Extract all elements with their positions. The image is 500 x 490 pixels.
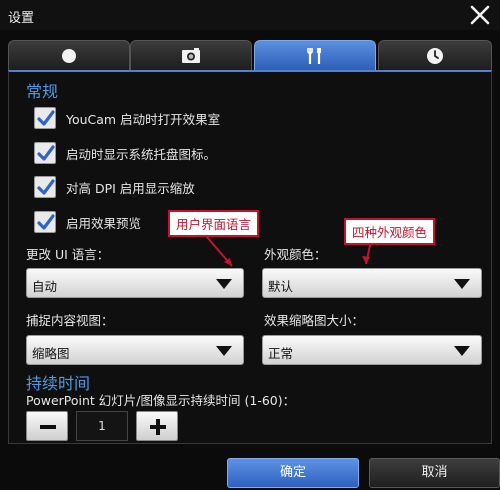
capture-view-label: 捕捉内容视图： xyxy=(26,313,114,328)
option-label: YouCam 启动时打开效果室 xyxy=(66,111,221,127)
ok-button[interactable]: 确定 xyxy=(227,458,359,488)
option-effect-preview[interactable]: 启用效果预览 xyxy=(34,210,141,234)
tab-record[interactable] xyxy=(8,40,130,70)
title-bar: 设置 xyxy=(0,0,500,30)
checkbox[interactable] xyxy=(34,211,56,233)
tools-icon xyxy=(307,47,321,64)
plus-icon xyxy=(150,419,166,435)
checkmark-icon xyxy=(37,145,55,161)
minus-icon xyxy=(40,425,56,429)
ui-language-select[interactable]: 自动 xyxy=(26,268,244,298)
appearance-color-label: 外观颜色： xyxy=(264,247,327,262)
thumbnail-size-select[interactable]: 正常 xyxy=(262,335,482,365)
camera-icon xyxy=(182,47,200,63)
close-icon xyxy=(470,5,490,25)
select-value: 缩略图 xyxy=(32,346,70,361)
capture-view-select[interactable]: 缩略图 xyxy=(26,335,244,365)
option-show-tray-icon[interactable]: 启动时显示系统托盘图标。 xyxy=(34,141,216,165)
clock-icon xyxy=(427,47,443,64)
annotation-colors: 四种外观颜色 xyxy=(344,218,436,245)
option-label: 启用效果预览 xyxy=(66,215,142,231)
option-label: 对高 DPI 启用显示缩放 xyxy=(66,180,195,196)
select-value: 默认 xyxy=(268,279,294,294)
option-label: 启动时显示系统托盘图标。 xyxy=(66,146,217,162)
duration-label: PowerPoint 幻灯片/图像显示持续时间 (1-60)： xyxy=(26,393,296,408)
checkmark-icon xyxy=(37,179,55,195)
section-title-general: 常规 xyxy=(26,82,59,101)
checkbox[interactable] xyxy=(34,176,56,198)
dropdown-arrow-icon xyxy=(216,346,232,356)
select-value: 正常 xyxy=(268,346,294,361)
dropdown-arrow-icon xyxy=(454,346,470,356)
appearance-color-select[interactable]: 默认 xyxy=(262,268,482,298)
annotation-ui-language: 用户界面语言 xyxy=(168,210,260,237)
cancel-button[interactable]: 取消 xyxy=(369,458,500,488)
select-value: 自动 xyxy=(32,279,58,294)
duration-input[interactable]: 1 xyxy=(76,411,128,441)
decrement-button[interactable] xyxy=(26,411,68,441)
checkmark-icon xyxy=(37,110,55,126)
checkbox[interactable] xyxy=(34,142,56,164)
checkbox[interactable] xyxy=(34,107,56,129)
option-high-dpi-scaling[interactable]: 对高 DPI 启用显示缩放 xyxy=(34,175,195,199)
option-open-effects-room[interactable]: YouCam 启动时打开效果室 xyxy=(34,106,220,130)
increment-button[interactable] xyxy=(136,411,178,441)
close-button[interactable] xyxy=(468,3,492,27)
ui-language-label: 更改 UI 语言： xyxy=(26,247,110,262)
tab-tools[interactable] xyxy=(254,40,376,70)
dropdown-arrow-icon xyxy=(454,279,470,289)
tab-bar xyxy=(8,40,492,70)
checkmark-icon xyxy=(37,214,55,230)
dropdown-arrow-icon xyxy=(216,279,232,289)
tab-history[interactable] xyxy=(378,40,492,70)
window-title: 设置 xyxy=(8,11,35,26)
tab-camera[interactable] xyxy=(130,40,252,70)
record-icon xyxy=(62,48,76,63)
thumbnail-size-label: 效果缩略图大小： xyxy=(264,313,365,328)
